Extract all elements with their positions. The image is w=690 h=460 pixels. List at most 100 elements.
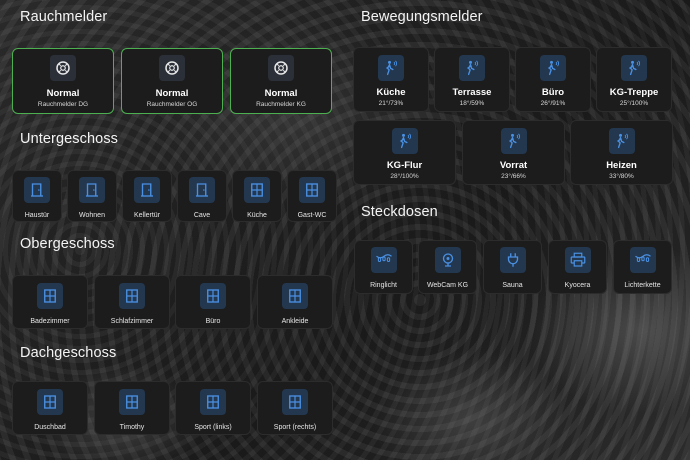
switch-label: Kyocera — [564, 282, 591, 289]
motion-sensor-reading: 21°/73% — [378, 100, 404, 107]
motion-sensor-name: Küche — [376, 87, 406, 98]
smoke-detector-state: Normal — [264, 88, 298, 99]
motion-sensor-reading: 23°/66% — [501, 173, 526, 180]
motion-sensor-name: KG-Treppe — [609, 87, 659, 98]
switch-card-kyocera[interactable]: Kyocera — [548, 240, 607, 294]
motion-sensor-name: Heizen — [606, 160, 637, 171]
string-lights-icon — [370, 247, 397, 273]
window-icon — [119, 389, 145, 415]
power-plug-icon — [499, 247, 526, 273]
smoke-detector-name: Rauchmelder OG — [146, 101, 198, 108]
motion-sensor-reading: 33°/80% — [609, 173, 634, 180]
window-card-gast-wc[interactable]: Gast-WC — [287, 170, 337, 222]
motion-sensor-icon — [621, 55, 647, 81]
door-card-kellertuer[interactable]: Kellertür — [122, 170, 172, 222]
motion-sensor-card-terrasse[interactable]: Terrasse 18°/59% — [434, 47, 510, 112]
smoke-detector-name: Rauchmelder KG — [256, 101, 306, 108]
smoke-detector-card-og[interactable]: Normal Rauchmelder OG — [121, 48, 223, 114]
window-card-sport-rechts[interactable]: Sport (rechts) — [257, 381, 333, 435]
window-icon — [200, 283, 226, 309]
motion-sensor-card-kg-flur[interactable]: KG-Flur 28°/100% — [353, 120, 456, 185]
window-card-kueche[interactable]: Küche — [232, 170, 282, 222]
heading-dachgeschoss: Dachgeschoss — [20, 345, 117, 361]
window-label: Sport (links) — [194, 424, 232, 431]
window-label: Duschbad — [34, 424, 66, 431]
switch-label: Ringlicht — [370, 282, 397, 289]
motion-sensor-reading: 25°/100% — [619, 100, 649, 107]
switch-card-webcam-kg[interactable]: WebCam KG — [418, 240, 477, 294]
door-card-wohnen[interactable]: Wohnen — [67, 170, 117, 222]
window-label: Gast-WC — [297, 212, 327, 219]
window-icon — [37, 389, 63, 415]
window-label: Ankleide — [281, 318, 309, 325]
smoke-detector-icon — [50, 55, 76, 81]
door-label: Cave — [193, 212, 211, 219]
switch-card-lichterkette[interactable]: Lichterkette — [613, 240, 672, 294]
switch-label: WebCam KG — [426, 282, 469, 289]
switch-label: Lichterkette — [624, 282, 661, 289]
motion-sensor-card-kg-treppe[interactable]: KG-Treppe 25°/100% — [596, 47, 672, 112]
door-icon — [24, 177, 50, 203]
window-card-ankleide[interactable]: Ankleide — [257, 275, 333, 329]
window-card-timothy[interactable]: Timothy — [94, 381, 170, 435]
motion-sensor-icon — [500, 128, 527, 154]
motion-sensor-name: Vorrat — [499, 160, 528, 171]
motion-sensor-reading: 28°/100% — [390, 173, 419, 180]
switch-card-sauna[interactable]: Sauna — [483, 240, 542, 294]
smoke-detector-icon — [159, 55, 185, 81]
window-card-badezimmer[interactable]: Badezimmer — [12, 275, 88, 329]
smoke-detector-icon — [268, 55, 294, 81]
motion-sensor-card-vorrat[interactable]: Vorrat 23°/66% — [462, 120, 565, 185]
motion-sensor-icon — [459, 55, 485, 81]
window-card-duschbad[interactable]: Duschbad — [12, 381, 88, 435]
string-lights-icon — [629, 247, 656, 273]
webcam-icon — [434, 247, 461, 273]
heading-obergeschoss: Obergeschoss — [20, 236, 115, 252]
heading-bewegungsmelder: Bewegungsmelder — [361, 9, 483, 25]
heading-steckdosen: Steckdosen — [361, 204, 438, 220]
window-label: Schlafzimmer — [110, 318, 154, 325]
motion-sensor-card-kueche[interactable]: Küche 21°/73% — [353, 47, 429, 112]
window-icon — [282, 389, 308, 415]
window-label: Sport (rechts) — [273, 424, 317, 431]
door-card-cave[interactable]: Cave — [177, 170, 227, 222]
window-card-buero[interactable]: Büro — [175, 275, 251, 329]
motion-sensor-name: KG-Flur — [386, 160, 423, 171]
door-icon — [79, 177, 105, 203]
heading-untergeschoss: Untergeschoss — [20, 131, 119, 147]
window-card-schlafzimmer[interactable]: Schlafzimmer — [94, 275, 170, 329]
motion-sensor-icon — [608, 128, 635, 154]
window-icon — [244, 177, 270, 203]
door-card-haustuer[interactable]: Haustür — [12, 170, 62, 222]
motion-sensor-name: Büro — [541, 87, 565, 98]
door-label: Haustür — [24, 212, 50, 219]
window-icon — [37, 283, 63, 309]
door-label: Kellertür — [133, 212, 161, 219]
window-label: Badezimmer — [30, 318, 70, 325]
switch-label: Sauna — [502, 282, 523, 289]
smoke-detector-card-kg[interactable]: Normal Rauchmelder KG — [230, 48, 332, 114]
window-icon — [282, 283, 308, 309]
motion-sensor-icon — [378, 55, 404, 81]
heading-rauchmelder: Rauchmelder — [20, 9, 108, 25]
window-label: Büro — [205, 318, 221, 325]
smoke-detector-state: Normal — [46, 88, 80, 99]
motion-sensor-reading: 26°/91% — [540, 100, 566, 107]
window-card-sport-links[interactable]: Sport (links) — [175, 381, 251, 435]
motion-sensor-card-buero[interactable]: Büro 26°/91% — [515, 47, 591, 112]
motion-sensor-icon — [391, 128, 418, 154]
window-label: Küche — [247, 212, 267, 219]
door-icon — [134, 177, 160, 203]
motion-sensor-icon — [540, 55, 566, 81]
window-icon — [119, 283, 145, 309]
window-icon — [299, 177, 325, 203]
window-icon — [200, 389, 226, 415]
smoke-detector-card-dg[interactable]: Normal Rauchmelder DG — [12, 48, 114, 114]
motion-sensor-reading: 18°/59% — [459, 100, 485, 107]
switch-card-ringlicht[interactable]: Ringlicht — [354, 240, 413, 294]
smoke-detector-name: Rauchmelder DG — [37, 101, 89, 108]
window-label: Timothy — [119, 424, 145, 431]
printer-icon — [564, 247, 591, 273]
motion-sensor-card-heizen[interactable]: Heizen 33°/80% — [570, 120, 673, 185]
motion-sensor-name: Terrasse — [452, 87, 492, 98]
